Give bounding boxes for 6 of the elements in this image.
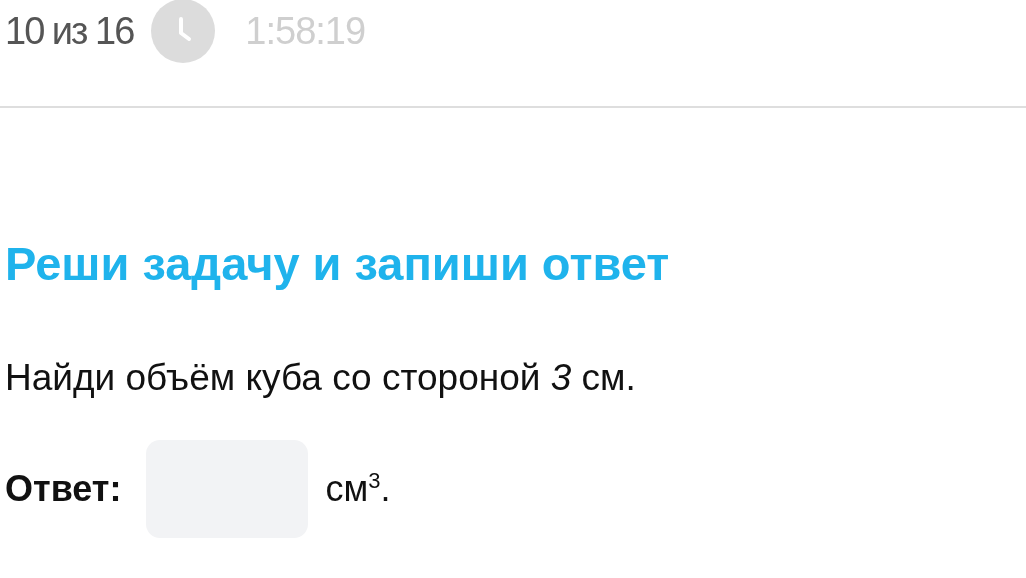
answer-label: Ответ: bbox=[5, 468, 122, 510]
task-title: Реши задачу и запиши ответ bbox=[5, 236, 671, 292]
question-text: Найди объём куба со стороной 3 см. bbox=[5, 356, 637, 400]
clock-icon bbox=[151, 0, 216, 63]
unit-text: см$^{3}$. bbox=[325, 468, 391, 510]
question-counter: 10 из 16 bbox=[5, 9, 134, 53]
